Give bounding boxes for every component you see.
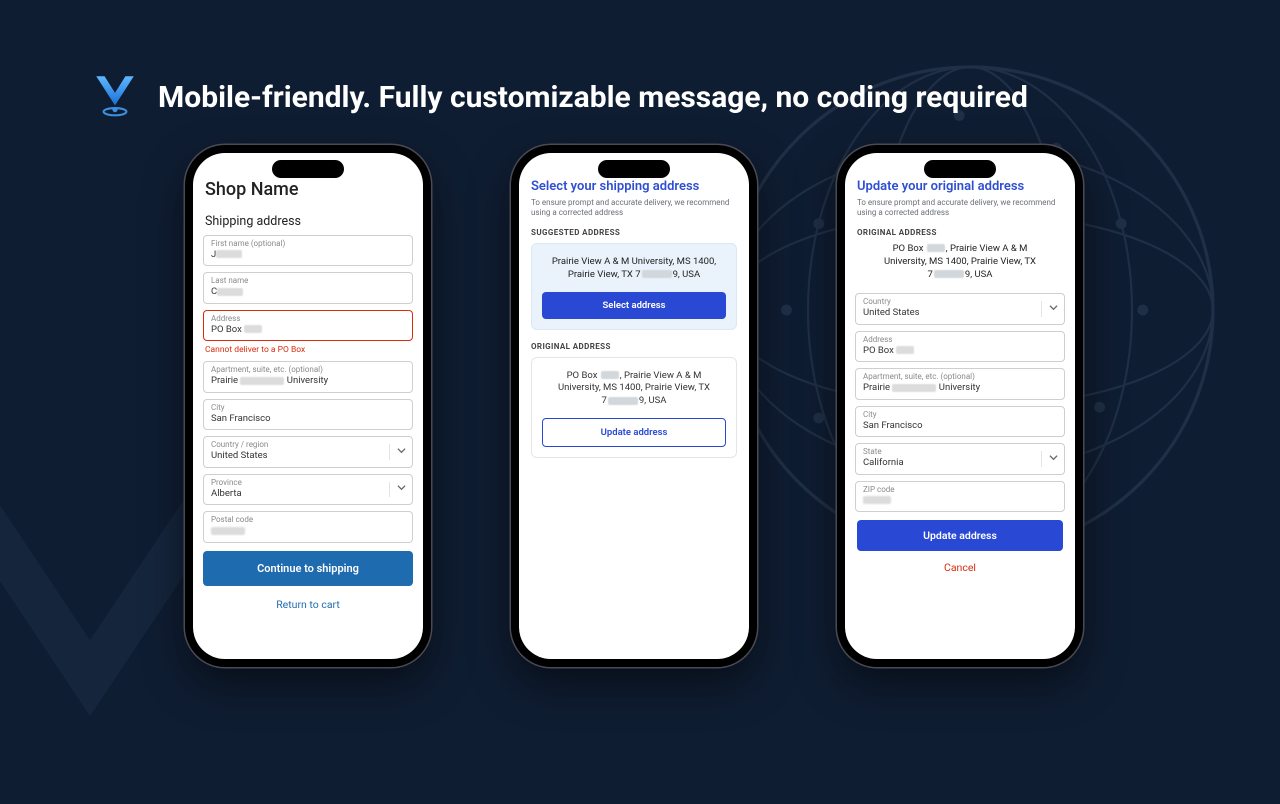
last-name-field[interactable]: Last name C: [203, 272, 413, 303]
zip-code-value: [863, 496, 1057, 506]
province-value: Alberta: [211, 489, 390, 499]
dialog-subtitle: To ensure prompt and accurate delivery, …: [531, 198, 737, 218]
first-name-value: J: [211, 250, 405, 260]
last-name-value: C: [211, 287, 405, 297]
address-error-message: Cannot deliver to a PO Box: [205, 345, 411, 355]
original-address-text: PO Box , Prairie View A & M University, …: [542, 370, 726, 408]
phone-notch: [598, 160, 670, 178]
phone-mock-select-address: Select your shipping address To ensure p…: [511, 145, 757, 667]
chevron-down-icon: [1049, 303, 1058, 315]
first-name-label: First name (optional): [211, 240, 405, 248]
app-logo-icon: [90, 70, 140, 124]
apartment-value: Prairie University: [863, 383, 1057, 393]
section-title: Shipping address: [205, 214, 411, 229]
city-value: San Francisco: [211, 414, 405, 424]
apartment-value: Prairie University: [211, 376, 405, 386]
original-address-heading: ORIGINAL ADDRESS: [857, 228, 1063, 237]
dialog-title: Select your shipping address: [531, 179, 737, 194]
address-field[interactable]: Address PO Box: [855, 331, 1065, 362]
original-address-heading: ORIGINAL ADDRESS: [531, 342, 737, 351]
suggested-address-card: Prairie View A & M University, MS 1400, …: [531, 243, 737, 330]
last-name-label: Last name: [211, 277, 405, 285]
address-label: Address: [211, 315, 405, 323]
zip-code-field[interactable]: ZIP code: [855, 481, 1065, 512]
state-value: California: [863, 458, 1042, 468]
postal-code-value: [211, 526, 405, 536]
postal-code-label: Postal code: [211, 516, 405, 524]
state-select[interactable]: State California: [855, 443, 1065, 474]
address-value: PO Box: [211, 325, 405, 335]
zip-code-label: ZIP code: [863, 486, 1057, 494]
state-label: State: [863, 448, 1042, 456]
apartment-field[interactable]: Apartment, suite, etc. (optional) Prairi…: [855, 368, 1065, 399]
address-label: Address: [863, 336, 1057, 344]
cancel-link[interactable]: Cancel: [855, 561, 1065, 574]
phone-notch: [272, 160, 344, 178]
apartment-label: Apartment, suite, etc. (optional): [211, 366, 405, 374]
dialog-subtitle: To ensure prompt and accurate delivery, …: [857, 198, 1063, 218]
city-field[interactable]: City San Francisco: [203, 399, 413, 430]
first-name-field[interactable]: First name (optional) J: [203, 235, 413, 266]
country-label: Country: [863, 298, 1042, 306]
country-value: United States: [863, 308, 1042, 318]
chevron-down-icon: [1049, 453, 1058, 465]
city-value: San Francisco: [863, 421, 1057, 431]
update-address-button[interactable]: Update address: [857, 520, 1063, 551]
page-headline: Mobile-friendly. Fully customizable mess…: [158, 80, 1028, 115]
province-select[interactable]: Province Alberta: [203, 474, 413, 505]
chevron-down-icon: [397, 446, 406, 458]
continue-to-shipping-button[interactable]: Continue to shipping: [203, 551, 413, 586]
country-select[interactable]: Country / region United States: [203, 436, 413, 467]
original-address-card: PO Box , Prairie View A & M University, …: [531, 357, 737, 458]
update-address-button[interactable]: Update address: [542, 418, 726, 447]
chevron-down-icon: [397, 483, 406, 495]
suggested-address-heading: SUGGESTED ADDRESS: [531, 228, 737, 237]
country-value: United States: [211, 451, 390, 461]
postal-code-field[interactable]: Postal code: [203, 511, 413, 542]
city-label: City: [863, 411, 1057, 419]
address-value: PO Box: [863, 346, 1057, 356]
province-label: Province: [211, 479, 390, 487]
phone-notch: [924, 160, 996, 178]
phone-mock-update-address: Update your original address To ensure p…: [837, 145, 1083, 667]
phone-mock-checkout: Shop Name Shipping address First name (o…: [185, 145, 431, 667]
address-field[interactable]: Address PO Box: [203, 310, 413, 341]
country-label: Country / region: [211, 441, 390, 449]
country-select[interactable]: Country United States: [855, 293, 1065, 324]
select-address-button[interactable]: Select address: [542, 292, 726, 319]
original-address-text: PO Box , Prairie View A & M University, …: [863, 243, 1057, 281]
suggested-address-text: Prairie View A & M University, MS 1400, …: [542, 256, 726, 282]
city-label: City: [211, 404, 405, 412]
city-field[interactable]: City San Francisco: [855, 406, 1065, 437]
apartment-field[interactable]: Apartment, suite, etc. (optional) Prairi…: [203, 361, 413, 392]
apartment-label: Apartment, suite, etc. (optional): [863, 373, 1057, 381]
shop-name: Shop Name: [205, 179, 411, 200]
dialog-title: Update your original address: [857, 179, 1063, 194]
return-to-cart-link[interactable]: Return to cart: [203, 598, 413, 611]
